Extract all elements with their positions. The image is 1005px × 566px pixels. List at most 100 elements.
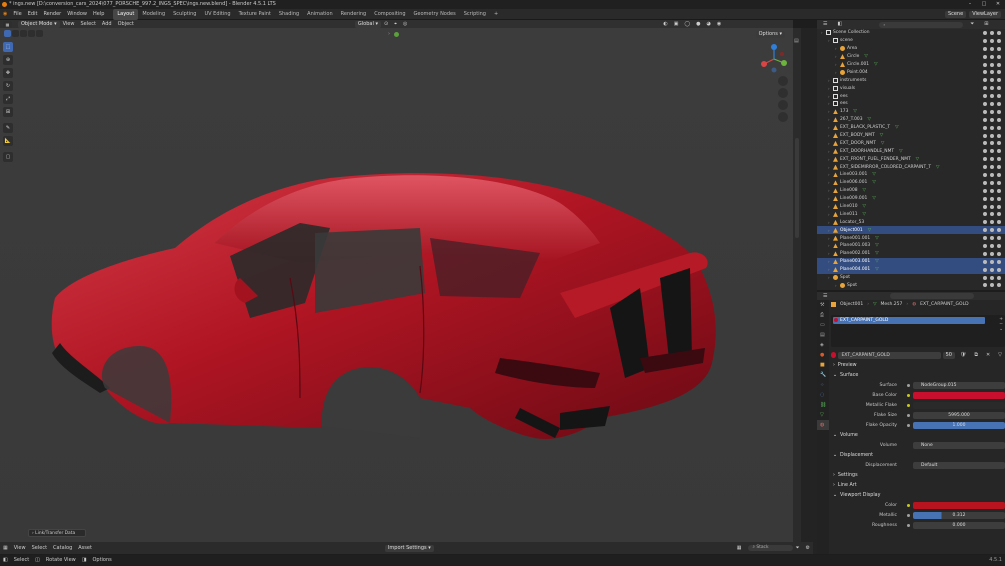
camera-icon[interactable]: [997, 188, 1001, 193]
filter-icon[interactable]: [983, 78, 987, 83]
tab-sculpting[interactable]: Sculpting: [169, 9, 200, 20]
outliner-row[interactable]: › EXT_DOORHANDLE_NMT ▽: [817, 147, 1005, 155]
menu-edit[interactable]: Edit: [25, 9, 41, 20]
outliner-row[interactable]: › Plane002.001 ▽: [817, 250, 1005, 258]
outliner-row[interactable]: › instruments: [817, 76, 1005, 84]
eye-icon[interactable]: [990, 236, 994, 241]
outliner-row[interactable]: › Spot: [817, 274, 1005, 282]
pivot-icon[interactable]: ⊙: [381, 19, 391, 30]
eye-icon[interactable]: [990, 149, 994, 154]
property-field[interactable]: NodeGroup.015: [913, 381, 1005, 389]
eye-icon[interactable]: [990, 86, 994, 91]
tab-particles-icon[interactable]: ⁘: [817, 380, 829, 390]
socket-dot-icon[interactable]: [907, 423, 910, 427]
outliner-row[interactable]: › EXT_BLACK_PLASTIC_T ▽: [817, 124, 1005, 132]
outliner-row[interactable]: › Line011 ▽: [817, 210, 1005, 218]
filter-icon[interactable]: [983, 46, 987, 51]
socket-dot-icon[interactable]: [907, 413, 910, 417]
outliner-row[interactable]: › EXT_SIDEMIRROR_COLORED_CARPAINT_T ▽: [817, 163, 1005, 171]
expand-arrow-icon[interactable]: ›: [835, 62, 840, 67]
camera-icon[interactable]: [997, 38, 1001, 43]
displacement-field[interactable]: Default: [913, 461, 1005, 469]
filter-icon[interactable]: [983, 149, 987, 154]
filter-icon[interactable]: [983, 259, 987, 264]
material-name-field[interactable]: EXT_CARPAINT_GOLD: [838, 351, 941, 359]
tab-shading[interactable]: Shading: [275, 9, 303, 20]
eye-icon[interactable]: [990, 204, 994, 209]
outliner-row[interactable]: › 173 ▽: [817, 108, 1005, 116]
property-field[interactable]: [913, 391, 1005, 399]
camera-view-icon[interactable]: [778, 100, 788, 110]
viewport-menu-add[interactable]: Add: [99, 19, 115, 30]
tab-object-icon[interactable]: ■: [817, 360, 829, 370]
filter-icon[interactable]: [983, 94, 987, 99]
pan-hand-icon[interactable]: [778, 88, 788, 98]
material-slot-item[interactable]: EXT_CARPAINT_GOLD: [833, 317, 985, 324]
outliner-row[interactable]: › Plane001.001 ▽: [817, 234, 1005, 242]
filter-icon[interactable]: [983, 141, 987, 146]
viewport-menu-view[interactable]: View: [60, 19, 78, 30]
add-cube-tool-icon[interactable]: ▢: [3, 152, 13, 162]
outliner-row[interactable]: › Circle.001 ▽: [817, 61, 1005, 69]
expand-arrow-icon[interactable]: ›: [828, 188, 833, 193]
camera-icon[interactable]: [997, 275, 1001, 280]
outliner-row[interactable]: › Line008 ▽: [817, 187, 1005, 195]
eye-icon[interactable]: [990, 38, 994, 43]
outliner-row[interactable]: › 267_T.003 ▽: [817, 116, 1005, 124]
filter-icon[interactable]: [983, 228, 987, 233]
eye-icon[interactable]: [990, 117, 994, 122]
tab-texture-paint[interactable]: Texture Paint: [235, 9, 275, 20]
filter-icon[interactable]: [983, 38, 987, 43]
shading-wireframe-icon[interactable]: ◯: [681, 19, 693, 30]
property-field[interactable]: 1.000: [913, 421, 1005, 429]
camera-icon[interactable]: [997, 149, 1001, 154]
eye-icon[interactable]: [990, 228, 994, 233]
camera-icon[interactable]: [997, 86, 1001, 91]
camera-icon[interactable]: [997, 117, 1001, 122]
outliner-row[interactable]: › EXT_DOOR_NMT ▽: [817, 139, 1005, 147]
cursor-tool-icon[interactable]: ⊕: [3, 55, 13, 65]
tab-scene-icon[interactable]: ◈: [817, 340, 829, 350]
filter-icon[interactable]: [983, 251, 987, 256]
section-surface[interactable]: ⌄ Surface: [831, 370, 1005, 380]
property-field[interactable]: [913, 501, 1005, 509]
outliner-row[interactable]: › EXT_FRONT_FUEL_FENDER_NMT ▽: [817, 155, 1005, 163]
socket-dot-icon[interactable]: [907, 403, 910, 407]
outliner-row[interactable]: › Point.004: [817, 68, 1005, 76]
filter-icon[interactable]: [983, 267, 987, 272]
camera-icon[interactable]: [997, 172, 1001, 177]
camera-icon[interactable]: [997, 157, 1001, 162]
filter-icon[interactable]: [983, 62, 987, 67]
camera-icon[interactable]: [997, 54, 1001, 59]
minimize-button[interactable]: –: [963, 0, 977, 9]
eye-icon[interactable]: [990, 70, 994, 75]
expand-arrow-icon[interactable]: ›: [828, 165, 833, 170]
eye-icon[interactable]: [990, 94, 994, 99]
eye-icon[interactable]: [990, 165, 994, 170]
camera-icon[interactable]: [997, 109, 1001, 114]
camera-icon[interactable]: [997, 267, 1001, 272]
camera-icon[interactable]: [997, 165, 1001, 170]
slot-specials-icon[interactable]: ⌄: [999, 327, 1003, 332]
camera-icon[interactable]: [997, 70, 1001, 75]
property-field[interactable]: 0.312: [913, 511, 1005, 519]
camera-icon[interactable]: [997, 196, 1001, 201]
expand-arrow-icon[interactable]: ›: [828, 259, 833, 264]
scene-selector[interactable]: Scene: [944, 11, 967, 18]
filter-icon[interactable]: [983, 180, 987, 185]
eye-icon[interactable]: [990, 267, 994, 272]
filter-icon[interactable]: [983, 188, 987, 193]
tab-tool-icon[interactable]: ⚒: [817, 300, 829, 310]
camera-icon[interactable]: [997, 212, 1001, 217]
section-settings[interactable]: › Settings: [831, 470, 1005, 480]
eye-icon[interactable]: [990, 180, 994, 185]
filter-icon[interactable]: [983, 275, 987, 280]
camera-icon[interactable]: [997, 62, 1001, 67]
eye-icon[interactable]: [990, 196, 994, 201]
outliner-row[interactable]: › ees: [817, 92, 1005, 100]
select-box-tool-icon[interactable]: ⬚: [3, 42, 13, 52]
expand-arrow-icon[interactable]: ›: [828, 204, 833, 209]
expand-arrow-icon[interactable]: ›: [828, 212, 833, 217]
filter-icon[interactable]: [983, 86, 987, 91]
eye-icon[interactable]: [990, 212, 994, 217]
